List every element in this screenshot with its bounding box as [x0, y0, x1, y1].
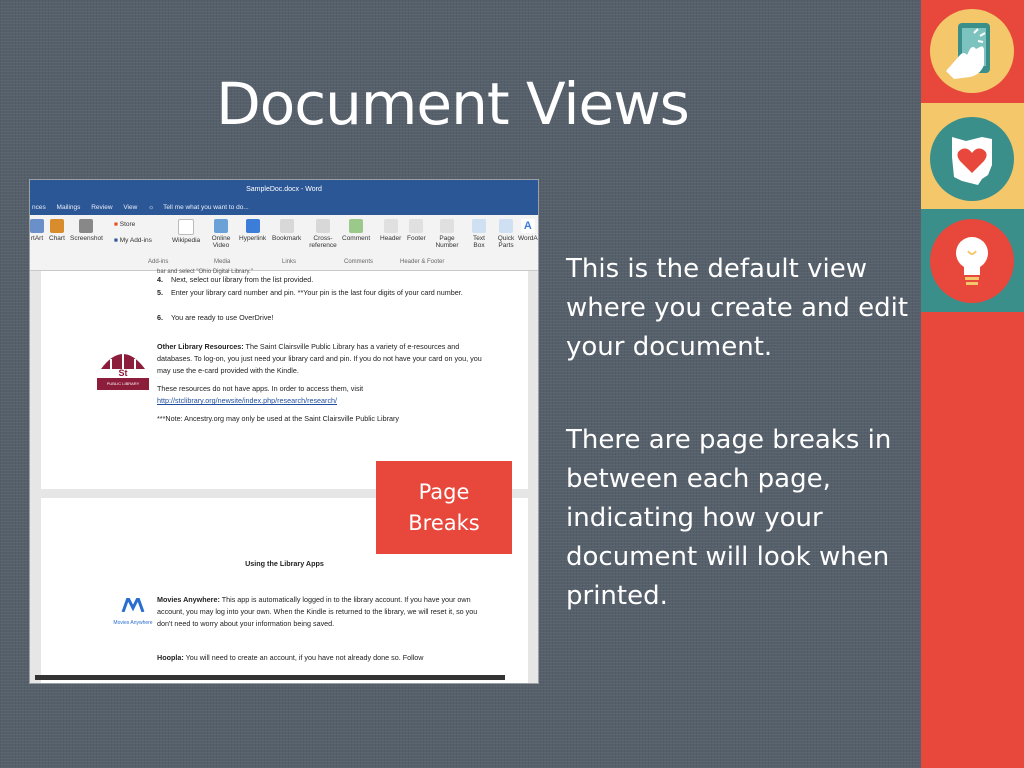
sidebar-band-3	[921, 209, 1024, 312]
document-page-1[interactable]: bar and select "Ohio Digital Library." 4…	[41, 269, 528, 489]
description-paragraph-1: This is the default view where you creat…	[566, 254, 909, 362]
movies-anywhere-paragraph: Movies Anywhere: This app is automatical…	[157, 595, 478, 628]
quick-parts-button[interactable]: Quick Parts	[495, 219, 517, 249]
group-links: Links	[282, 259, 297, 265]
slide-title: Document Views	[216, 70, 690, 138]
screenshot-button[interactable]: Screenshot	[70, 219, 103, 242]
horizontal-scrollbar[interactable]	[35, 675, 505, 680]
wikipedia-button[interactable]: Wikipedia	[172, 219, 200, 244]
lightbulb-icon	[930, 219, 1014, 303]
sidebar-band-1	[921, 0, 1024, 103]
tab-review[interactable]: Review	[91, 204, 112, 211]
group-header-footer: Header & Footer	[400, 259, 445, 265]
page-number-icon	[440, 219, 454, 233]
ribbon-tabs: nces Mailings Review View ☼ Tell me what …	[30, 200, 538, 215]
page-number-button[interactable]: Page Number	[432, 219, 462, 249]
bookmark-icon	[279, 219, 294, 233]
window-title: SampleDoc.docx - Word	[30, 180, 538, 200]
header-button[interactable]: Header	[380, 219, 401, 242]
footer-button[interactable]: Footer	[407, 219, 426, 242]
apps-paragraph: These resources do not have apps. In ord…	[157, 384, 364, 393]
tab-references[interactable]: nces	[32, 204, 46, 211]
store-icon: ■	[114, 221, 118, 228]
online-video-button[interactable]: Online Video	[210, 219, 232, 249]
text-box-button[interactable]: Text Box	[470, 219, 488, 249]
comment-icon	[349, 219, 364, 233]
group-media: Media	[214, 259, 231, 265]
tab-view[interactable]: View	[123, 204, 137, 211]
quick-parts-icon	[499, 219, 513, 233]
movies-anywhere-icon	[121, 594, 145, 613]
ribbon: rtArt Chart Screenshot ■ Store ■ My Add-…	[30, 215, 538, 271]
other-resources-paragraph: Other Library Resources: The Saint Clair…	[157, 342, 482, 375]
page-heading: Using the Library Apps	[245, 559, 324, 568]
research-link[interactable]: http://stclibrary.org/newsite/index.php/…	[157, 395, 487, 407]
list-item: 5. Enter your library card number and pin…	[157, 288, 463, 297]
smartart-button[interactable]: rtArt	[30, 219, 44, 242]
group-comments: Comments	[344, 259, 374, 265]
ancestry-note: ***Note: Ancestry.org may only be used a…	[157, 414, 399, 423]
tab-mailings[interactable]: Mailings	[57, 204, 81, 211]
ohio-heart-icon	[930, 117, 1014, 201]
addins-icon: ■	[114, 237, 118, 244]
list-item: 6. You are ready to use OverDrive!	[157, 313, 274, 322]
chart-button[interactable]: Chart	[49, 219, 65, 242]
decorative-sidebar	[921, 0, 1024, 768]
list-item: 4. Next, select our library from the list…	[157, 275, 314, 284]
comment-button[interactable]: Comment	[342, 219, 370, 242]
cross-reference-icon	[316, 219, 330, 233]
hyperlink-icon	[245, 219, 260, 233]
hoopla-paragraph: Hoopla: You will need to create an accou…	[157, 653, 424, 662]
wordart-icon: A	[520, 219, 535, 233]
group-addins: Add-ins	[148, 259, 169, 265]
wikipedia-icon	[178, 219, 195, 235]
tell-me-box[interactable]: Tell me what you want to do...	[163, 204, 249, 211]
store-button[interactable]: ■ Store	[114, 221, 135, 228]
callout-line-2: Breaks	[408, 510, 480, 535]
cross-reference-button[interactable]: Cross-reference	[308, 219, 338, 249]
library-logo-arch-icon	[101, 353, 145, 369]
header-icon	[383, 219, 398, 233]
bookmark-button[interactable]: Bookmark	[272, 219, 301, 242]
sidebar-band-2	[921, 103, 1024, 209]
camera-icon	[79, 219, 94, 233]
movies-anywhere-logo: Movies Anywhere	[111, 594, 155, 629]
my-addins-button[interactable]: ■ My Add-ins	[114, 237, 152, 244]
description-paragraph-2: There are page breaks in between each pa…	[566, 425, 892, 611]
lightbulb-tell-icon: ☼	[148, 204, 155, 211]
video-icon	[214, 219, 228, 233]
smartart-icon	[30, 219, 44, 233]
tablet-touch-icon	[930, 9, 1014, 93]
word-screenshot: SampleDoc.docx - Word nces Mailings Revi…	[29, 179, 539, 684]
hyperlink-button[interactable]: Hyperlink	[239, 219, 266, 242]
text-box-icon	[472, 219, 486, 233]
wordart-button[interactable]: A WordA	[518, 219, 538, 242]
footer-icon	[409, 219, 424, 233]
callout-line-1: Page	[418, 479, 470, 504]
page-breaks-callout: Page Breaks	[376, 461, 512, 554]
chart-icon	[49, 219, 64, 233]
library-logo: St Clairsville PUBLIC LIBRARY	[97, 345, 149, 390]
